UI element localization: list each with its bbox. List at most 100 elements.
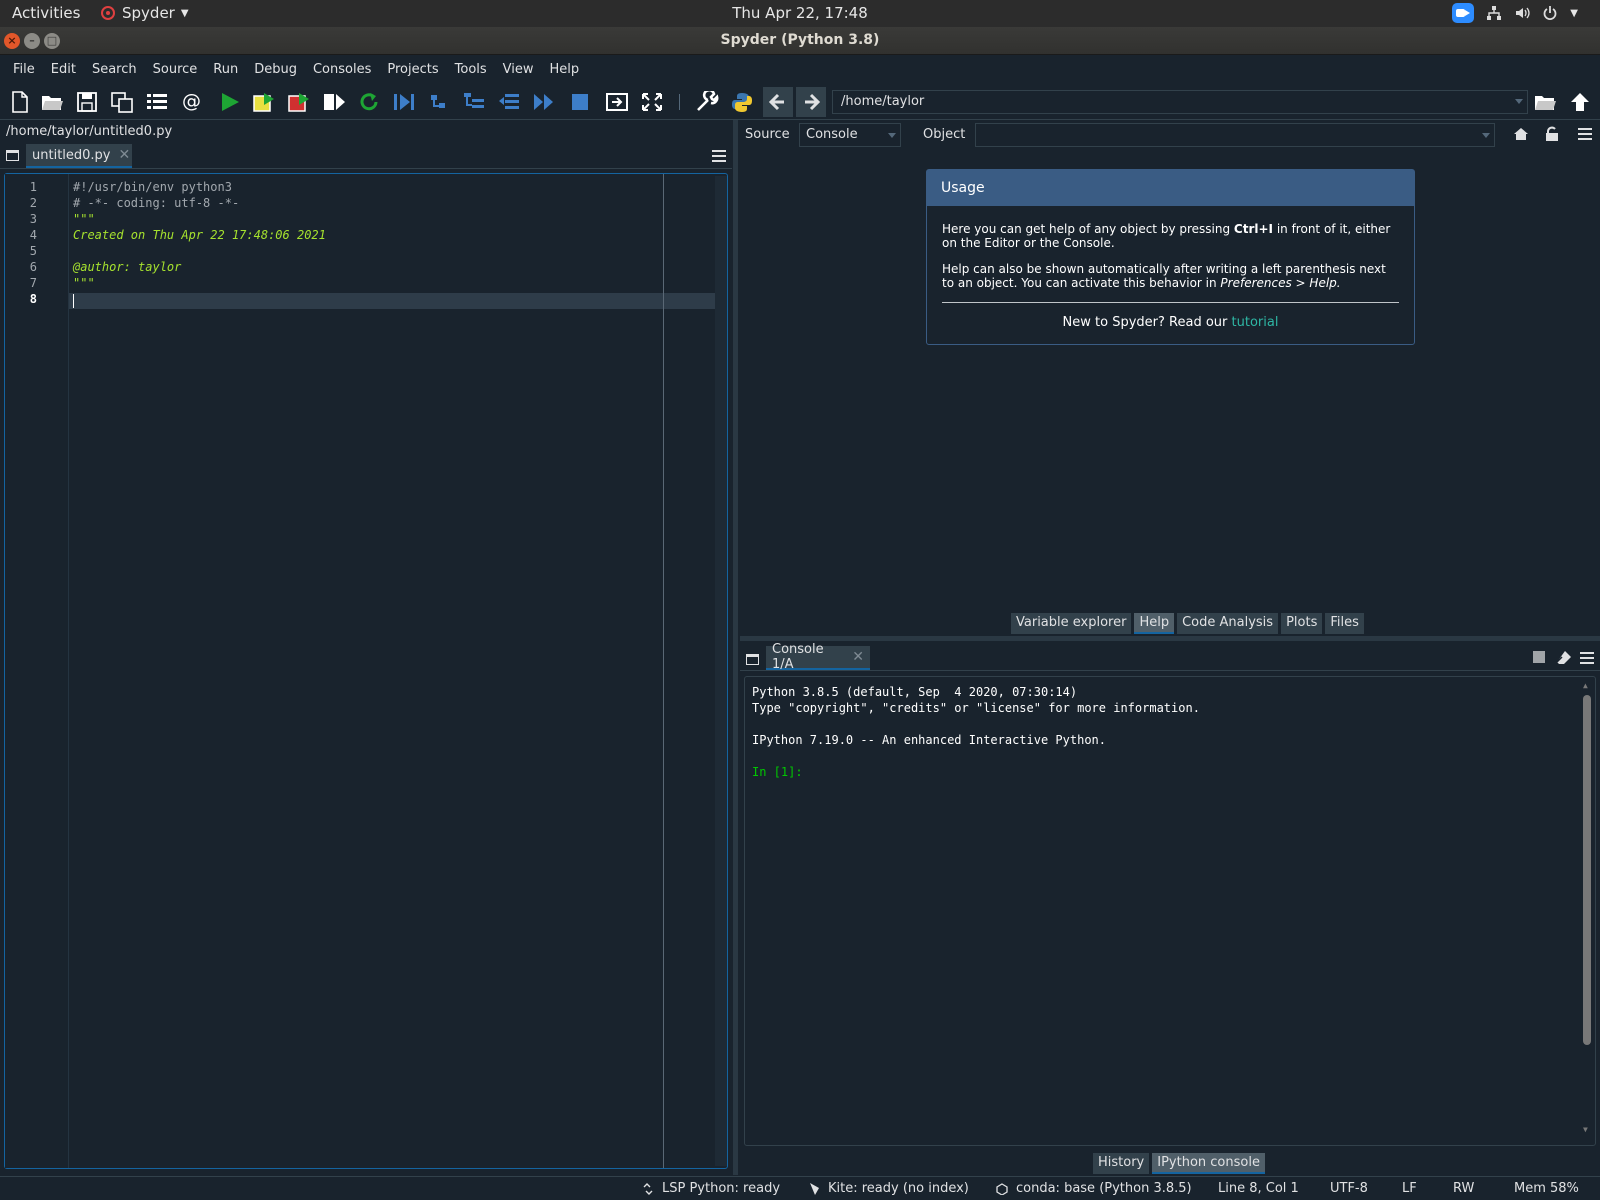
scrollbar-thumb[interactable] [1583, 695, 1591, 1045]
tab-ipython-console[interactable]: IPython console [1152, 1153, 1265, 1174]
lock-icon[interactable] [1545, 126, 1559, 142]
step-return-icon[interactable] [497, 91, 521, 113]
edge-line [663, 174, 664, 1168]
step-into-icon[interactable] [462, 91, 486, 113]
arrow-right-icon [805, 93, 821, 111]
app-menu[interactable]: Spyder ▼ [100, 4, 189, 22]
close-icon[interactable]: ✕ [119, 147, 131, 163]
status-bar: LSP Python: ready Kite: ready (no index)… [0, 1176, 1600, 1200]
editor-scrollbar[interactable] [715, 176, 727, 1166]
line-endings: LF [1402, 1181, 1417, 1196]
run-selection-icon[interactable] [322, 91, 346, 113]
tab-console-1a[interactable]: Console 1/A ✕ [766, 642, 870, 672]
tab-variable-explorer[interactable]: Variable explorer [1011, 613, 1132, 634]
menu-run[interactable]: Run [205, 62, 246, 77]
outline-icon[interactable] [145, 91, 169, 113]
tab-code-analysis[interactable]: Code Analysis [1177, 613, 1279, 634]
spyder-app-icon [101, 6, 115, 20]
undock-pane-icon[interactable] [746, 654, 759, 665]
close-icon[interactable]: ✕ [852, 649, 864, 665]
console-scrollbar[interactable]: ▲ ▼ [1581, 681, 1593, 1135]
back-button[interactable] [763, 87, 793, 117]
menu-tools[interactable]: Tools [447, 62, 495, 77]
ipython-console[interactable]: Python 3.8.5 (default, Sep 4 2020, 07:30… [744, 676, 1596, 1146]
lsp-status[interactable]: LSP Python: ready [642, 1181, 780, 1196]
menu-debug[interactable]: Debug [246, 62, 305, 77]
source-combo-value: Console [806, 127, 858, 142]
menu-view[interactable]: View [495, 62, 542, 77]
eraser-icon[interactable] [1556, 650, 1572, 664]
source-combo[interactable]: Console [799, 123, 901, 147]
object-label: Object [923, 127, 966, 142]
window-title: Spyder (Python 3.8) [720, 32, 880, 48]
scroll-down-icon[interactable]: ▼ [1583, 1125, 1588, 1134]
network-icon[interactable] [1486, 5, 1502, 21]
tab-help[interactable]: Help [1134, 613, 1175, 634]
tab-history[interactable]: History [1093, 1153, 1150, 1174]
power-icon[interactable] [1542, 5, 1558, 21]
tab-untitled0[interactable]: untitled0.py ✕ [26, 144, 132, 168]
save-all-icon[interactable] [110, 91, 134, 113]
menu-consoles[interactable]: Consoles [305, 62, 379, 77]
tab-files[interactable]: Files [1325, 613, 1364, 634]
working-directory-combo[interactable]: /home/taylor [832, 90, 1528, 114]
python-path-icon[interactable] [730, 91, 754, 113]
console-pane-tabs: History IPython console [1093, 1153, 1265, 1174]
kite-status[interactable]: Kite: ready (no index) [808, 1181, 969, 1196]
at-symbol-icon[interactable]: @ [182, 90, 206, 112]
run-cell-icon[interactable] [252, 91, 276, 113]
vertical-splitter[interactable] [733, 120, 738, 1175]
lsp-icon [643, 1182, 653, 1195]
browse-folder-icon[interactable] [1533, 91, 1557, 113]
editor-file-path: /home/taylor/untitled0.py [6, 124, 173, 139]
code-editor[interactable]: 1 2 3 4 5 6 7 8 #!/usr/bin/env python3 #… [4, 173, 728, 1169]
chevron-down-icon[interactable] [1515, 99, 1523, 104]
file-encoding: UTF-8 [1330, 1181, 1368, 1196]
line-number: 4 [29, 228, 37, 242]
tab-label: untitled0.py [32, 147, 111, 163]
menu-file[interactable]: File [5, 62, 43, 77]
preferences-wrench-icon[interactable] [695, 91, 719, 113]
scroll-up-icon[interactable]: ▲ [1583, 681, 1588, 690]
volume-icon[interactable] [1514, 5, 1530, 21]
menu-source[interactable]: Source [145, 62, 206, 77]
run-icon[interactable] [218, 91, 242, 113]
console-output-line: Type "copyright", "credits" or "license"… [752, 701, 1200, 715]
undock-pane-icon[interactable] [6, 150, 19, 161]
fullscreen-icon[interactable] [640, 91, 664, 113]
continue-icon[interactable] [532, 91, 556, 113]
stop-kernel-icon[interactable] [1533, 651, 1545, 663]
parent-directory-icon[interactable] [1568, 91, 1592, 113]
arrow-left-icon [768, 93, 784, 111]
pane-options-menu-icon[interactable] [712, 150, 726, 162]
clock[interactable]: Thu Apr 22, 17:48 [732, 4, 868, 22]
activities-button[interactable]: Activities [12, 4, 80, 22]
menu-projects[interactable]: Projects [379, 62, 446, 77]
new-file-icon[interactable] [8, 91, 32, 113]
run-cell-advance-icon[interactable] [287, 91, 311, 113]
system-tray[interactable]: ▼ [1452, 3, 1578, 23]
chevron-down-icon[interactable]: ▼ [1570, 8, 1578, 19]
menu-search[interactable]: Search [84, 62, 145, 77]
conda-status[interactable]: conda: base (Python 3.8.5) [996, 1181, 1192, 1196]
pane-options-menu-icon[interactable] [1578, 128, 1592, 140]
maximize-pane-icon[interactable] [605, 91, 629, 113]
pane-options-menu-icon[interactable] [1580, 652, 1594, 664]
debug-icon[interactable] [392, 91, 416, 113]
tab-plots[interactable]: Plots [1281, 613, 1323, 634]
tutorial-link[interactable]: tutorial [1232, 315, 1279, 330]
zoom-icon[interactable] [1452, 3, 1475, 23]
rerun-icon[interactable] [357, 91, 381, 113]
main-toolbar: @ /home/taylor [0, 84, 1600, 120]
horizontal-splitter[interactable] [740, 636, 1600, 641]
menu-help[interactable]: Help [542, 62, 588, 77]
save-icon[interactable] [75, 91, 99, 113]
menu-edit[interactable]: Edit [43, 62, 84, 77]
editor-tab-bar: untitled0.py ✕ [0, 143, 732, 169]
home-icon[interactable] [1513, 127, 1529, 141]
stop-debug-icon[interactable] [568, 91, 592, 113]
object-combo[interactable] [975, 123, 1495, 147]
step-icon[interactable] [427, 91, 451, 113]
open-file-icon[interactable] [40, 91, 64, 113]
forward-button[interactable] [796, 87, 826, 117]
